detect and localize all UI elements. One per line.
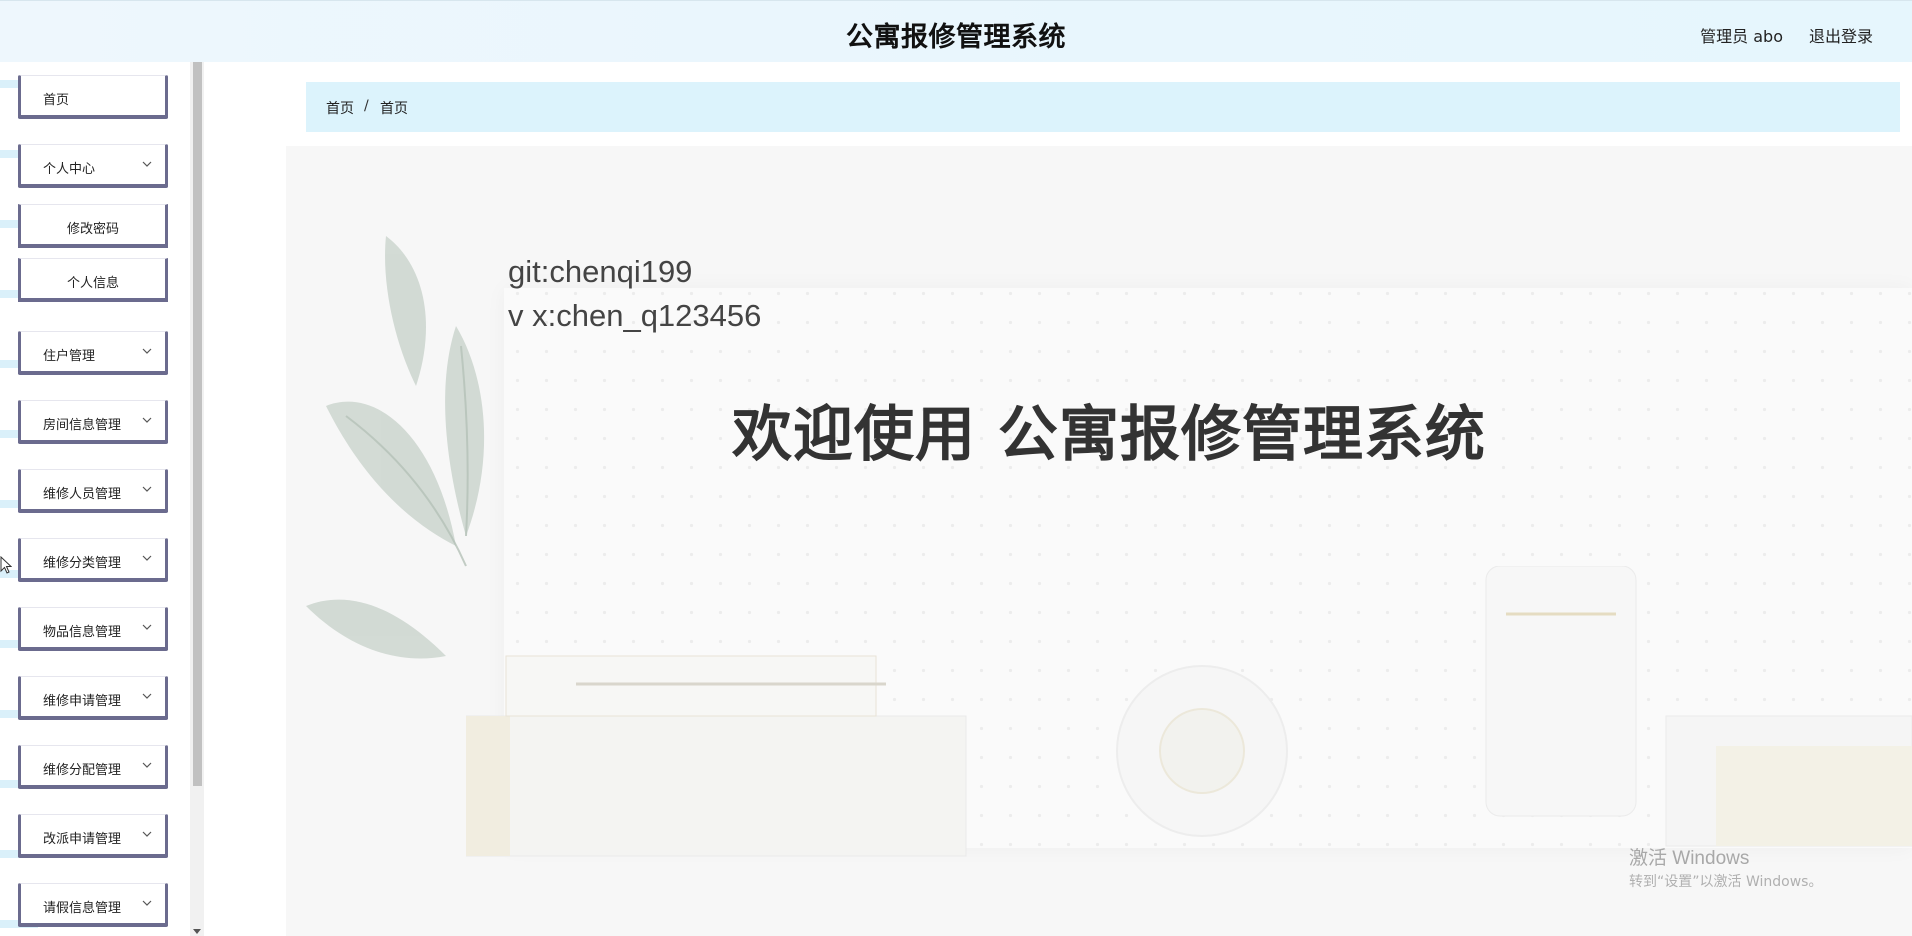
chevron-down-icon [142,417,152,423]
sidebar-item-label: 个人中心 [43,162,96,177]
chevron-down-icon [142,900,152,906]
main-content: 首页 / 首页 git:chenqi199 v x:chen_q123456 欢… [204,62,1912,936]
sidebar-item-label: 维修人员管理 [43,487,122,502]
sidebar-item-personal-center[interactable]: 个人中心 [18,144,168,188]
sidebar-subitem-label: 修改密码 [66,222,119,237]
sidebar-subitem-personal-info[interactable]: 个人信息 [18,258,168,302]
sidebar-item-label: 房间信息管理 [43,418,122,433]
logout-link[interactable]: 退出登录 [1809,23,1873,47]
sidebar-item-resident-management[interactable]: 住户管理 [18,331,168,375]
sidebar-scrollbar[interactable] [190,62,204,936]
sidebar-item-repair-staff-management[interactable]: 维修人员管理 [18,469,168,513]
sidebar-item-item-info-management[interactable]: 物品信息管理 [18,607,168,651]
breadcrumb-separator: / [364,98,369,114]
sidebar-item-repair-assignment-management[interactable]: 维修分配管理 [18,745,168,789]
chevron-down-icon [142,348,152,354]
sidebar-item-home[interactable]: 首页 [18,75,168,119]
sidebar-subitem-change-password[interactable]: 修改密码 [18,204,168,248]
chevron-down-icon [142,161,152,167]
windows-watermark-title: 激活 Windows [1629,848,1750,869]
sidebar-item-repair-category-management[interactable]: 维修分类管理 [18,538,168,582]
current-user-label: 管理员 abo [1700,27,1783,46]
breadcrumb: 首页 / 首页 [306,82,1900,132]
sidebar-item-label: 改派申请管理 [43,832,122,847]
chevron-down-icon [142,831,152,837]
sidebar-item-label: 维修申请管理 [43,694,122,709]
sidebar-item-label: 物品信息管理 [43,625,122,640]
sidebar-scroll-thumb[interactable] [193,62,202,786]
breadcrumb-current: 首页 [380,101,408,117]
breadcrumb-home-link[interactable]: 首页 [326,98,354,118]
sidebar-item-reassign-request-management[interactable]: 改派申请管理 [18,814,168,858]
welcome-heading: 欢迎使用 公寓报修管理系统 [732,400,1486,470]
decor-objects [466,566,1912,857]
sidebar-item-room-info-management[interactable]: 房间信息管理 [18,400,168,444]
top-header: 公寓报修管理系统 管理员 abo 退出登录 [0,0,1912,62]
chevron-down-icon [142,693,152,699]
chevron-down-icon [142,555,152,561]
sidebar-item-label: 首页 [43,93,70,108]
chevron-down-icon [142,486,152,492]
sidebar-subitem-label: 个人信息 [66,276,119,291]
sidebar-item-label: 请假信息管理 [43,901,122,916]
chevron-down-icon [142,624,152,630]
git-contact-text: git:chenqi199 [508,254,693,289]
vx-contact-text: v x:chen_q123456 [508,298,762,333]
windows-watermark-subtitle: 转到“设置”以激活 Windows。 [1629,874,1823,890]
mouse-cursor-icon [0,556,12,574]
app-title: 公寓报修管理系统 [846,22,1066,53]
scroll-down-arrow-icon[interactable] [193,929,201,934]
sidebar-item-label: 维修分配管理 [43,763,122,778]
sidebar: 首页 个人中心 修改密码 个人信息 住户管理 房间信息管理 维修人员管理 维修分… [0,62,204,936]
sidebar-item-repair-request-management[interactable]: 维修申请管理 [18,676,168,720]
sidebar-item-label: 维修分类管理 [43,556,122,571]
chevron-down-icon [142,762,152,768]
sidebar-item-leave-info-management[interactable]: 请假信息管理 [18,883,168,927]
sidebar-item-label: 住户管理 [43,349,96,364]
